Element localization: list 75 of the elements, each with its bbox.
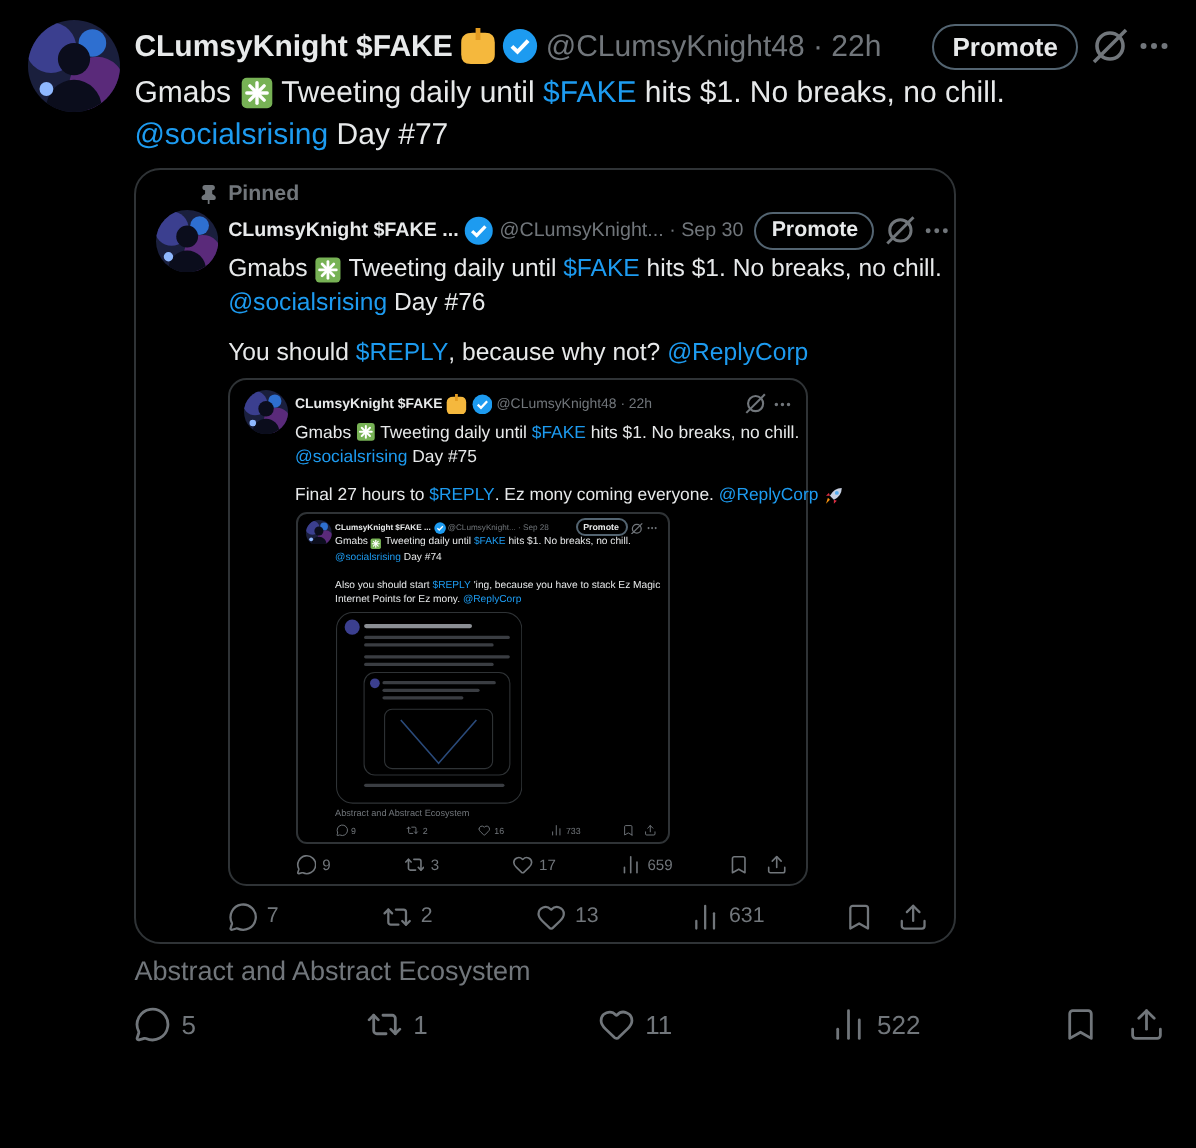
reply-icon [134,1005,172,1043]
link[interactable]: $FAKE [531,419,586,444]
slashed-circle-icon[interactable] [1089,26,1129,66]
author-handle: @CLumsyKnight48 · 22h [545,29,882,63]
rocket-icon [823,485,843,506]
link[interactable]: $REPLY [429,482,495,508]
pin-icon [197,183,219,205]
post-text: Final 27 hours to [295,482,427,508]
reply-button[interactable]: 7 [228,901,279,932]
heart-icon [536,901,567,932]
bar-chart-icon [690,901,721,932]
reply-button[interactable]: 5 [134,1005,196,1043]
post-text: Gmabs [134,74,234,114]
link[interactable]: $REPLY [355,336,449,371]
bookmark-icon[interactable] [1062,1005,1099,1043]
repost-button[interactable]: 2 [382,901,433,932]
quoted-post-card[interactable] [295,511,670,844]
author-name[interactable]: CLumsyKnight $FAKE ... [228,219,459,242]
views-button[interactable]: 631 [690,901,765,932]
post-text: . Ez mony coming everyone. [494,482,716,508]
post-text: Day #75 [410,443,477,469]
link[interactable]: $FAKE [563,251,640,287]
link[interactable]: @socialsrising [228,286,388,322]
post-text: hits $1. No breaks, no chill. [588,419,800,444]
bookmark-icon[interactable] [728,854,750,877]
post-text: You should [228,336,351,371]
reply-icon [228,901,259,932]
post-text: Day #76 [391,286,486,321]
community-label[interactable]: Abstract and Abstract Ecosystem [134,955,1172,986]
heart-icon [598,1005,636,1043]
bar-chart-icon [620,854,642,877]
link[interactable]: $FAKE [543,72,637,115]
like-button[interactable]: 11 [598,1005,673,1043]
repost-icon [403,854,425,877]
promote-button[interactable]: Promote [932,23,1078,69]
share-icon[interactable] [1127,1005,1164,1043]
sparkle-icon [370,538,383,550]
post-text: Tweeting daily until [279,74,537,114]
slashed-circle-icon[interactable] [744,392,768,416]
reply-icon [295,854,317,877]
post-text: Gmabs [295,419,354,444]
repost-button[interactable]: 1 [366,1005,428,1043]
post-text: Day #77 [334,116,449,157]
link[interactable]: @ReplyCorp [667,336,809,371]
post-text: hits $1. No breaks, no chill. [644,251,942,286]
post-text: Tweeting daily until [346,251,559,286]
sparkle-icon [239,76,274,111]
slashed-circle-icon[interactable] [630,521,645,535]
author-handle: @CLumsyKnight... · Sep 30 [499,219,744,242]
promote-button[interactable]: Promote [754,211,875,250]
heart-icon [511,854,534,877]
bar-chart-icon [549,824,563,838]
post-text: hits $1. No breaks, no chill. [642,74,1005,114]
bookmark-icon[interactable] [621,824,635,838]
like-button[interactable]: 13 [536,901,599,932]
pinned-label: Pinned [228,182,300,207]
slashed-circle-icon[interactable] [883,214,917,248]
share-icon[interactable] [897,901,929,932]
link[interactable]: @ReplyCorp [718,482,819,508]
author-name[interactable]: CLumsyKnight $FAKE [134,29,453,63]
post-text: Tweeting daily until [378,419,529,444]
repost-icon [406,824,420,838]
post-text: , because why not? [448,336,663,371]
share-icon[interactable] [766,854,788,877]
quoted-post-card[interactable] [134,167,957,944]
views-button[interactable]: 522 [830,1005,921,1043]
link[interactable]: @socialsrising [134,114,329,158]
post-text: Gmabs [228,251,310,286]
reply-icon [335,824,348,838]
link[interactable]: @socialsrising [295,443,408,469]
bookmark-icon[interactable] [844,901,875,932]
share-icon[interactable] [643,824,657,838]
sparkle-icon [314,255,343,284]
sparkle-icon [355,421,376,442]
heart-icon [478,824,491,838]
